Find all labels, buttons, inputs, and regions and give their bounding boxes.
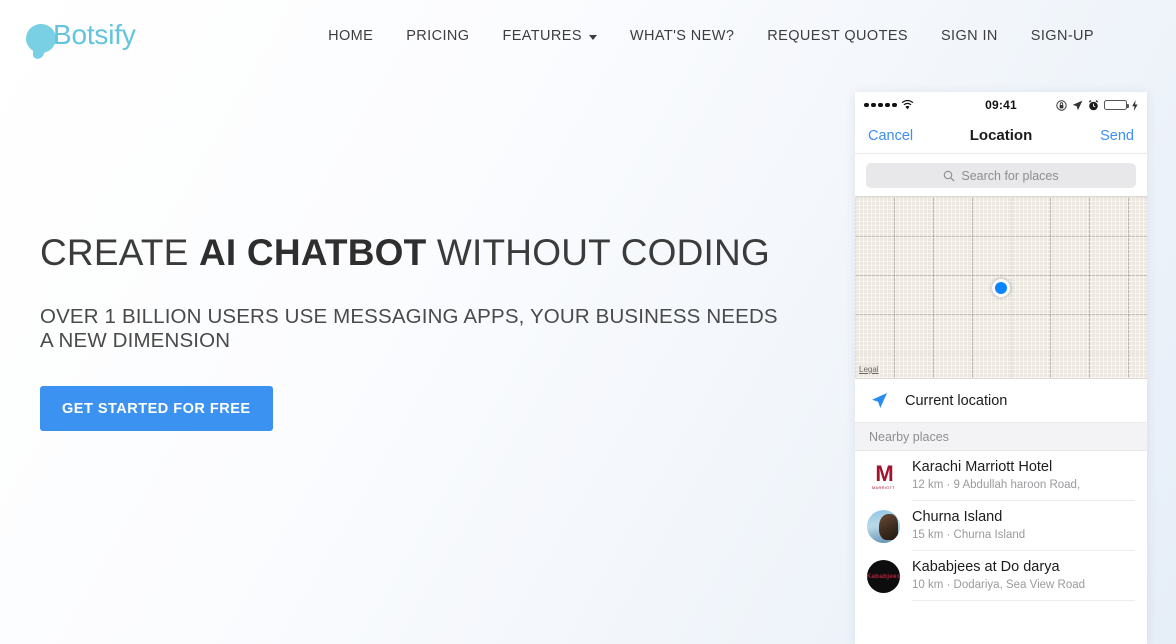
place-meta: Karachi Marriott Hotel 12 km · 9 Abdulla…	[912, 451, 1135, 501]
map-legal-link[interactable]: Legal	[859, 365, 879, 374]
nav-label: SIGN IN	[940, 28, 998, 44]
hero-title-emphasis: AI CHATBOT	[199, 232, 427, 273]
place-name: Churna Island	[912, 509, 1003, 526]
nav-label: WHAT'S NEW?	[629, 28, 735, 44]
place-detail: 10 km · Dodariya, Sea View Road	[912, 579, 1086, 592]
search-placeholder: Search for places	[961, 168, 1059, 183]
nav-item-pricing[interactable]: PRICING	[406, 28, 469, 44]
search-icon	[944, 170, 955, 182]
nav-item-sign-in[interactable]: SIGN IN	[941, 28, 998, 44]
nav-label: REQUEST QUOTES	[767, 28, 908, 44]
marriott-m-glyph: M	[875, 460, 893, 486]
current-location-row[interactable]: Current location	[855, 379, 1147, 423]
nav-label: FEATURES	[502, 28, 582, 44]
list-item[interactable]: Churna Island 15 km · Churna Island	[855, 501, 1147, 551]
marriott-wordmark: MARRIOTT	[871, 484, 896, 490]
nearby-places-header: Nearby places	[855, 423, 1147, 451]
ios-status-bar: 09:41	[855, 92, 1147, 118]
search-input[interactable]: Search for places	[866, 163, 1136, 188]
nav-label: PRICING	[406, 28, 470, 44]
nav-item-home[interactable]: HOME	[328, 28, 373, 44]
current-location-pin-icon	[992, 278, 1010, 297]
nav-item-features[interactable]: FEATURES	[502, 28, 597, 44]
location-arrow-icon	[1072, 100, 1083, 110]
chevron-down-icon	[588, 34, 597, 40]
page-title: CREATE AI CHATBOT WITHOUT CODING	[40, 232, 830, 275]
place-name: Kababjees at Do darya	[912, 559, 1060, 576]
battery-icon	[1104, 100, 1129, 110]
main-navigation: HOME PRICING FEATURES WHAT'S NEW? REQUES…	[328, 28, 1150, 44]
location-picker-header: Cancel Location Send	[855, 118, 1147, 154]
chat-bubble-icon	[26, 24, 56, 53]
current-location-label: Current location	[905, 392, 1008, 409]
search-bar-container: Search for places	[855, 154, 1147, 196]
hero-subtitle: OVER 1 BILLION USERS USE MESSAGING APPS,…	[40, 304, 778, 353]
place-meta: Kababjees at Do darya 10 km · Dodariya, …	[912, 551, 1135, 601]
phone-screen-title: Location	[969, 127, 1033, 144]
brand-logo[interactable]: Botsify	[26, 19, 136, 53]
marriott-logo-icon: M MARRIOTT	[867, 459, 900, 493]
status-bar-right	[1056, 99, 1138, 111]
place-detail: 15 km · Churna Island	[912, 529, 1026, 542]
place-name: Karachi Marriott Hotel	[912, 459, 1053, 476]
nav-item-sign-up[interactable]: SIGN-UP	[1031, 28, 1094, 44]
hero-title-part2: WITHOUT CODING	[426, 232, 770, 273]
list-item[interactable]: M MARRIOTT Karachi Marriott Hotel 12 km …	[855, 451, 1147, 501]
hero-section: CREATE AI CHATBOT WITHOUT CODING OVER 1 …	[40, 232, 830, 431]
churna-island-photo-icon	[867, 509, 900, 543]
nav-item-whats-new[interactable]: WHAT'S NEW?	[630, 28, 734, 44]
phone-mockup: 09:41 Cancel Location Send Search for pl…	[855, 92, 1147, 644]
nav-item-request-quotes[interactable]: REQUEST QUOTES	[767, 28, 908, 44]
nav-label: HOME	[328, 28, 374, 44]
list-item[interactable]: Kababjees Kababjees at Do darya 10 km · …	[855, 551, 1147, 601]
hero-title-part1: CREATE	[40, 232, 200, 273]
charging-bolt-icon	[1132, 99, 1138, 111]
site-header: Botsify HOME PRICING FEATURES WHAT'S NEW…	[0, 0, 1176, 72]
map-view[interactable]: Legal	[855, 196, 1147, 379]
navigation-arrow-icon	[872, 393, 887, 408]
alarm-clock-icon	[1088, 99, 1099, 110]
place-detail: 12 km · 9 Abdullah haroon Road,	[912, 479, 1081, 492]
place-meta: Churna Island 15 km · Churna Island	[912, 501, 1135, 551]
nav-label: SIGN-UP	[1030, 28, 1094, 44]
brand-name: Botsify	[53, 19, 136, 50]
get-started-button[interactable]: GET STARTED FOR FREE	[40, 385, 273, 431]
kababjees-logo-icon: Kababjees	[867, 559, 900, 593]
rotation-lock-icon	[1056, 99, 1067, 111]
